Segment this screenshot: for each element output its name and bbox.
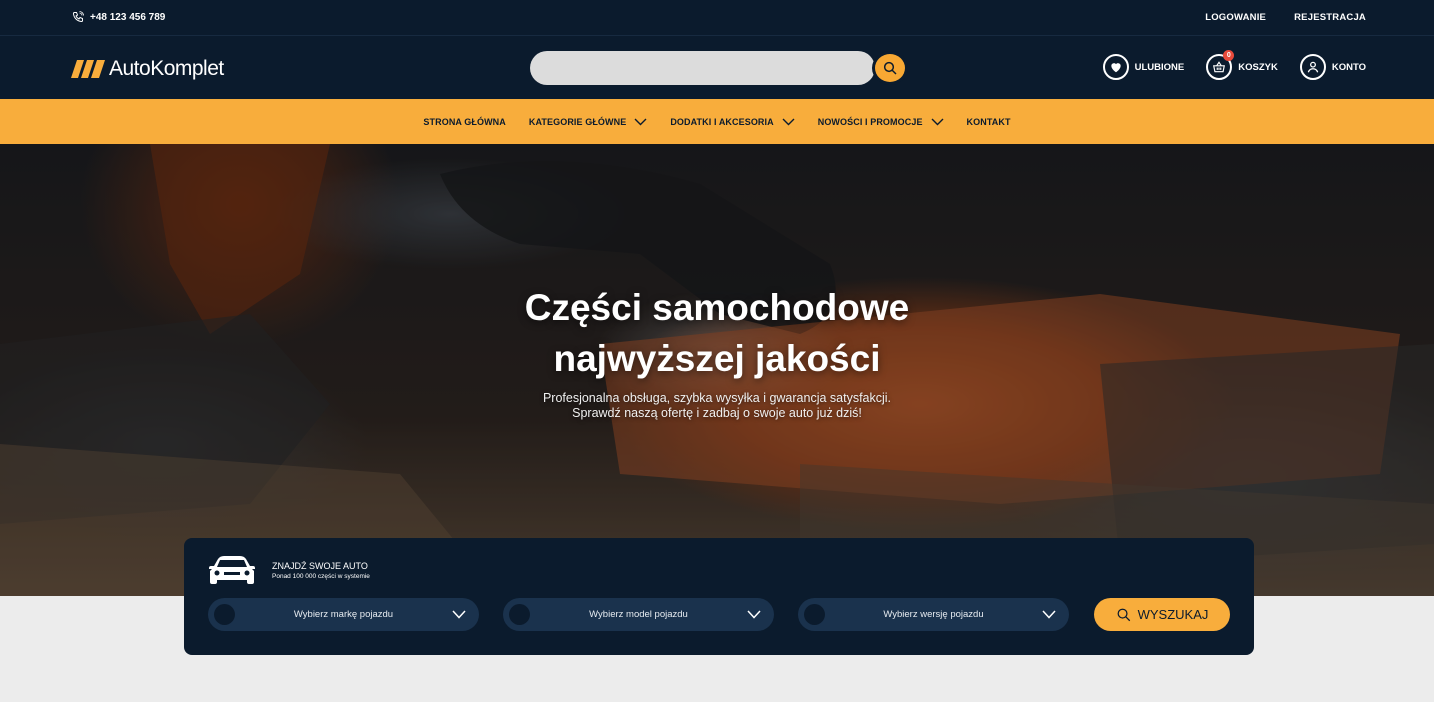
account-links: LOGOWANIE REJESTRACJA xyxy=(1205,12,1366,23)
nav-item-label: STRONA GŁÓWNA xyxy=(423,116,506,127)
header-actions: ULUBIONE 0 KOSZYK KONTO xyxy=(1102,50,1366,80)
nav-item-promotions[interactable]: NOWOŚCI I PROMOCJE xyxy=(818,117,944,127)
top-bar: +48 123 456 789 LOGOWANIE REJESTRACJA xyxy=(0,0,1434,36)
select-dot xyxy=(509,604,530,625)
nav-item-categories[interactable]: KATEGORIE GŁÓWNE xyxy=(529,117,647,127)
cart-button[interactable]: 0 KOSZYK xyxy=(1206,50,1278,80)
nav-item-home[interactable]: STRONA GŁÓWNA xyxy=(423,117,505,127)
logo-text: AutoKomplet xyxy=(109,57,224,80)
select-model[interactable]: Wybierz model pojazdu xyxy=(503,598,774,631)
select-model-label: Wybierz model pojazdu xyxy=(589,609,688,620)
hero-title-line1: Części samochodowe xyxy=(524,287,910,328)
chevron-down-icon xyxy=(1042,610,1056,619)
cart-label: KOSZYK xyxy=(1238,61,1278,73)
finder-header: ZNAJDŹ SWOJE AUTO Ponad 100 000 części w… xyxy=(208,556,370,586)
logo-stripes-icon xyxy=(71,60,105,78)
search-bar xyxy=(530,51,908,85)
finder-subtitle: Ponad 100 000 części w systemie xyxy=(272,573,370,580)
main-header: AutoKomplet ULUBIONE 0 KOSZYK KONTO xyxy=(0,36,1434,99)
chevron-down-icon xyxy=(452,610,466,619)
select-version[interactable]: Wybierz wersję pojazdu xyxy=(798,598,1069,631)
select-dot xyxy=(214,604,235,625)
nav-item-label: DODATKI I AKCESORIA xyxy=(670,116,774,127)
finder-text: ZNAJDŹ SWOJE AUTO Ponad 100 000 części w… xyxy=(272,561,370,581)
main-nav: STRONA GŁÓWNA KATEGORIE GŁÓWNE DODATKI I… xyxy=(0,99,1434,144)
hero-subtitle-line1: Profesjonalna obsługa, szybka wysyłka i … xyxy=(542,391,892,405)
phone-number: +48 123 456 789 xyxy=(90,11,166,23)
favorites-button[interactable]: ULUBIONE xyxy=(1102,54,1185,80)
nav-item-label: KONTAKT xyxy=(966,116,1011,127)
basket-icon xyxy=(1213,61,1226,73)
select-version-label: Wybierz wersję pojazdu xyxy=(883,609,984,620)
user-icon xyxy=(1307,61,1319,73)
phone-icon xyxy=(72,11,84,23)
account-circle xyxy=(1299,54,1326,80)
register-link[interactable]: REJESTRACJA xyxy=(1294,12,1366,23)
finder-selects: Wybierz markę pojazdu Wybierz model poja… xyxy=(208,598,1069,631)
hero-subtitle: Profesjonalna obsługa, szybka wysyłka i … xyxy=(0,391,1434,421)
favorites-circle xyxy=(1102,54,1129,80)
vehicle-finder: ZNAJDŹ SWOJE AUTO Ponad 100 000 części w… xyxy=(184,538,1254,655)
hero-title: Części samochodowe najwyższej jakości xyxy=(0,282,1434,384)
favorites-label: ULUBIONE xyxy=(1134,61,1185,73)
nav-item-contact[interactable]: KONTAKT xyxy=(967,117,1011,127)
cart-count-badge: 0 xyxy=(1223,50,1235,61)
cart-circle: 0 xyxy=(1206,50,1235,80)
chevron-down-icon xyxy=(931,118,944,125)
car-icon xyxy=(209,556,255,584)
chevron-down-icon xyxy=(634,118,647,125)
phone-contact[interactable]: +48 123 456 789 xyxy=(72,11,165,23)
account-label: KONTO xyxy=(1331,61,1366,73)
nav-item-label: KATEGORIE GŁÓWNE xyxy=(528,116,627,127)
chevron-down-icon xyxy=(747,610,761,619)
hero-banner: Części samochodowe najwyższej jakości Pr… xyxy=(0,144,1434,596)
search-input[interactable] xyxy=(530,51,875,85)
account-button[interactable]: KONTO xyxy=(1299,54,1366,80)
select-dot xyxy=(804,604,825,625)
find-vehicle-button[interactable]: WYSZUKAJ xyxy=(1094,598,1230,631)
finder-title: ZNAJDŹ SWOJE AUTO xyxy=(272,561,368,571)
search-icon xyxy=(883,61,897,75)
find-vehicle-label: WYSZUKAJ xyxy=(1137,607,1209,622)
logo[interactable]: AutoKomplet xyxy=(71,57,224,81)
search-icon xyxy=(1117,608,1130,622)
chevron-down-icon xyxy=(782,118,795,125)
select-make[interactable]: Wybierz markę pojazdu xyxy=(208,598,479,631)
hero-title-line2: najwyższej jakości xyxy=(553,338,881,379)
nav-item-accessories[interactable]: DODATKI I AKCESORIA xyxy=(670,116,795,127)
search-button[interactable] xyxy=(872,51,908,85)
nav-item-label: NOWOŚCI I PROMOCJE xyxy=(817,116,923,127)
heart-icon xyxy=(1110,63,1121,73)
login-link[interactable]: LOGOWANIE xyxy=(1205,12,1266,23)
select-make-label: Wybierz markę pojazdu xyxy=(293,609,394,620)
hero-subtitle-line2: Sprawdź naszą ofertę i zadbaj o swoje au… xyxy=(572,406,862,420)
